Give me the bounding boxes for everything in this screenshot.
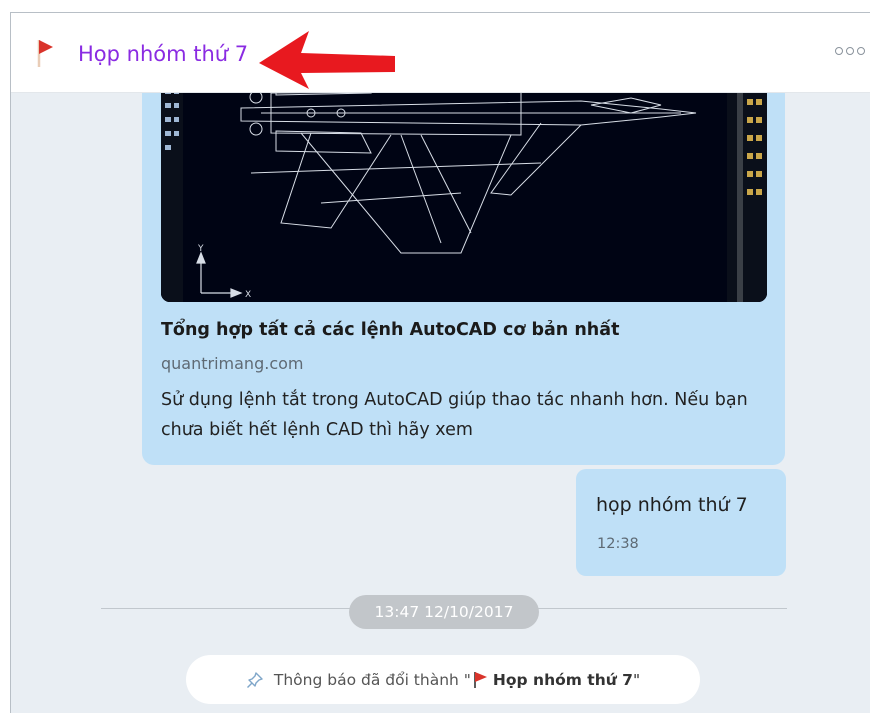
red-flag-icon (37, 40, 53, 67)
chat-window: Họp nhóm thứ 7 Y X Tổng hợp tất cả các l… (10, 12, 870, 713)
link-title[interactable]: Tổng hợp tất cả các lệnh AutoCAD cơ bản … (161, 320, 619, 340)
chat-header: Họp nhóm thứ 7 (11, 13, 870, 93)
ucs-x-label: X (245, 290, 251, 300)
pin-icon (246, 671, 263, 688)
system-notice: Thông báo đã đổi thành " Họp nhóm thứ 7 … (186, 655, 700, 704)
message-text: họp nhóm thứ 7 (596, 494, 748, 516)
link-preview-card[interactable]: Y X Tổng hợp tất cả các lệnh AutoCAD cơ … (142, 53, 785, 465)
notice-group-name: Họp nhóm thứ 7 (492, 670, 633, 689)
link-description: Sử dụng lệnh tắt trong AutoCAD giúp thao… (161, 390, 748, 440)
red-arrow-annotation (259, 31, 395, 89)
red-flag-icon (474, 671, 487, 688)
notice-suffix: " (632, 670, 641, 689)
date-divider: 13:47 12/10/2017 (349, 595, 539, 629)
link-domain: quantrimang.com (161, 354, 304, 373)
group-title[interactable]: Họp nhóm thứ 7 (78, 42, 248, 66)
message-bubble[interactable]: họp nhóm thứ 7 12:38 (576, 469, 786, 576)
notice-prefix: Thông báo đã đổi thành " (273, 670, 471, 689)
more-options-icon[interactable] (835, 47, 865, 55)
ucs-y-label: Y (197, 244, 204, 254)
message-time: 12:38 (597, 536, 639, 552)
